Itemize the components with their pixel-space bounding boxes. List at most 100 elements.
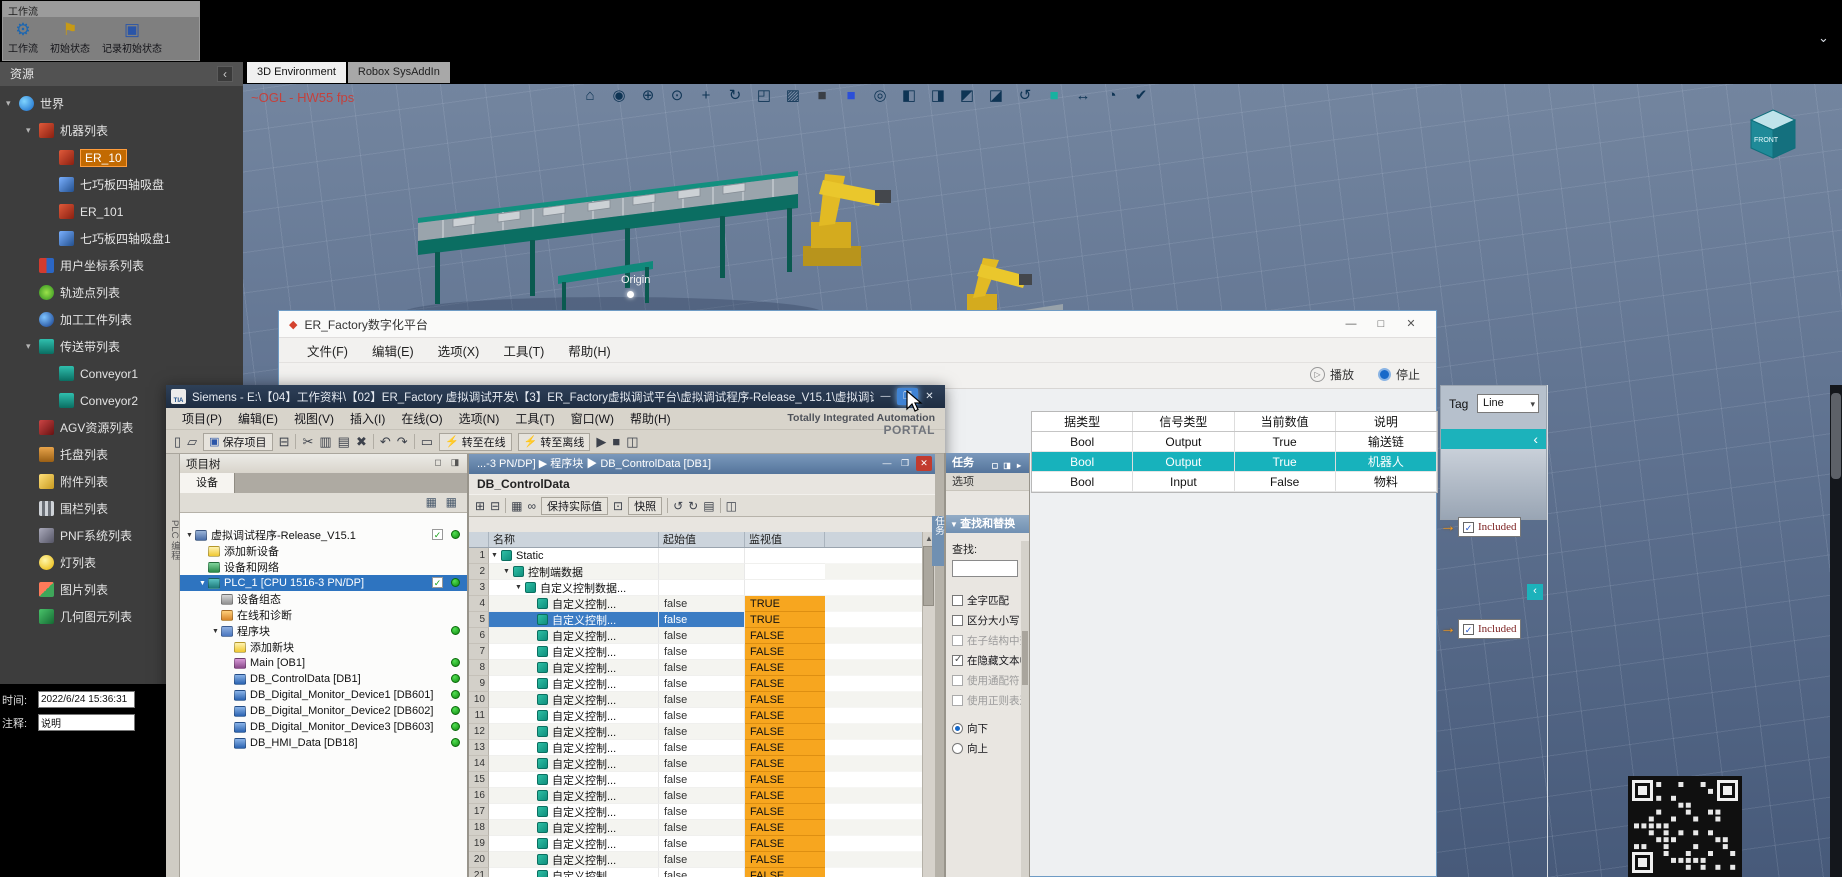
scrollbar-thumb[interactable]: [1831, 393, 1841, 479]
new-project-icon[interactable]: ▯: [174, 434, 181, 450]
keep-actual-values-button[interactable]: 保持实际值: [541, 497, 608, 515]
center-icon[interactable]: ◎: [871, 86, 889, 104]
keep-values-icon[interactable]: ▦: [511, 499, 522, 513]
project-tree-item[interactable]: 设备组态: [180, 591, 467, 607]
expand-rows-icon[interactable]: ⊞: [475, 499, 485, 513]
project-tree-item[interactable]: 添加新设备: [180, 543, 467, 559]
direction-option[interactable]: 向下: [946, 718, 1029, 738]
find-replace-section-header[interactable]: 查找和替换: [946, 515, 1029, 533]
time-input[interactable]: [38, 691, 135, 708]
project-tree-item[interactable]: 设备和网络: [180, 559, 467, 575]
stop-icon[interactable]: [1378, 368, 1391, 381]
rotate-ccw-icon[interactable]: ↺: [1016, 86, 1034, 104]
workflow-button-3[interactable]: ▣记录初始状态: [102, 20, 162, 55]
tree-item[interactable]: 七巧板四轴吸盘1: [0, 225, 243, 252]
float-panel-icon[interactable]: [431, 457, 445, 470]
overview-icon[interactable]: [446, 495, 457, 509]
db-table-row[interactable]: 18自定义控制...falseFALSE: [469, 820, 935, 836]
home-icon[interactable]: ⌂: [581, 87, 599, 104]
split-editor-icon[interactable]: ◫: [726, 499, 737, 513]
line-dropdown[interactable]: Line: [1477, 394, 1539, 413]
db-table-row[interactable]: 3▼自定义控制数据...: [469, 580, 935, 596]
collapse-chevron-icon[interactable]: ⌄: [1818, 30, 1829, 46]
project-tree-item[interactable]: DB_Digital_Monitor_Device2 [DB602]: [180, 703, 467, 719]
copy-icon[interactable]: ▥: [319, 434, 331, 450]
panel-scrollbar[interactable]: [1021, 541, 1029, 877]
scrollbar-thumb[interactable]: [1022, 631, 1028, 685]
db-table-row[interactable]: 17自定义控制...falseFALSE: [469, 804, 935, 820]
measure-icon[interactable]: ■: [1045, 87, 1063, 104]
workflow-button-1[interactable]: ⚙工作流: [8, 20, 38, 55]
distance-icon[interactable]: ↔: [1074, 87, 1092, 104]
tree-item[interactable]: ▾传送带列表: [0, 333, 243, 360]
db-table-row[interactable]: 11自定义控制...falseFALSE: [469, 708, 935, 724]
tree-item[interactable]: ER_10: [0, 144, 243, 171]
db-table-row[interactable]: 9自定义控制...falseFALSE: [469, 676, 935, 692]
collapse-handle[interactable]: ‹: [1527, 584, 1543, 600]
tia-menu-4[interactable]: 插入(I): [342, 409, 393, 428]
minimize-button[interactable]: [1336, 314, 1366, 334]
project-tree-item[interactable]: ▼虚拟调试程序-Release_V15.1✓: [180, 527, 467, 543]
close-editor-icon[interactable]: [916, 456, 932, 471]
find-option[interactable]: 在子结构中查找: [946, 630, 1029, 650]
tree-item[interactable]: 加工工件列表: [0, 306, 243, 333]
go-online-button[interactable]: ⚡转至在线: [439, 433, 512, 451]
undo-icon[interactable]: ↶: [380, 434, 391, 450]
view-left-icon[interactable]: ◧: [900, 86, 918, 104]
start-cpu-icon[interactable]: ▶: [596, 434, 606, 450]
tia-menu-3[interactable]: 视图(V): [286, 409, 342, 428]
workflow-button-2[interactable]: ⚑初始状态: [50, 20, 90, 55]
db-table-row[interactable]: 16自定义控制...falseFALSE: [469, 788, 935, 804]
snapshot-button[interactable]: 快照: [628, 497, 662, 515]
view-cube[interactable]: FRONT: [1741, 104, 1805, 168]
project-tree-item[interactable]: DB_HMI_Data [DB18]: [180, 735, 467, 751]
cut-icon[interactable]: ✂: [302, 434, 313, 450]
detail-view-icon[interactable]: [426, 495, 437, 509]
signal-row[interactable]: BoolOutputTrue机器人: [1032, 452, 1437, 472]
er-menu-2[interactable]: 编辑(E): [360, 339, 426, 362]
er-menu-1[interactable]: 文件(F): [295, 339, 360, 362]
project-tree-item[interactable]: 在线和诊断: [180, 607, 467, 623]
tia-menu-9[interactable]: 帮助(H): [622, 409, 679, 428]
snapshot-icon[interactable]: ⊡: [613, 499, 623, 513]
tia-menu-5[interactable]: 在线(O): [393, 409, 450, 428]
connect-icon[interactable]: ▭: [421, 434, 433, 450]
project-tree-item[interactable]: DB_Digital_Monitor_Device1 [DB601]: [180, 687, 467, 703]
play-icon[interactable]: [1310, 367, 1325, 382]
redo-icon[interactable]: ↷: [397, 434, 408, 450]
collapse-rows-icon[interactable]: ⊟: [490, 499, 500, 513]
project-tree-item[interactable]: DB_Digital_Monitor_Device3 [DB603]: [180, 719, 467, 735]
orbit-icon[interactable]: ◉: [610, 86, 628, 104]
db-table-row[interactable]: 14自定义控制...falseFALSE: [469, 756, 935, 772]
included-badge[interactable]: →✓Included: [1440, 618, 1521, 640]
db-table-row[interactable]: 4自定义控制...falseTRUE: [469, 596, 935, 612]
tia-menu-2[interactable]: 编辑(E): [230, 409, 286, 428]
tree-item[interactable]: ▾机器列表: [0, 117, 243, 144]
stop-cpu-icon[interactable]: ■: [612, 434, 620, 449]
db-table-row[interactable]: 19自定义控制...falseFALSE: [469, 836, 935, 852]
db-table-row[interactable]: 21自定义控制...falseFALSE: [469, 868, 935, 877]
stats-icon[interactable]: ✔: [1132, 86, 1150, 104]
zoom-icon[interactable]: ⊙: [668, 86, 686, 104]
tia-menu-8[interactable]: 窗口(W): [563, 409, 622, 428]
table-scrollbar[interactable]: [922, 532, 935, 877]
project-tree-item[interactable]: ▼程序块: [180, 623, 467, 639]
monitor-all-icon[interactable]: ∞: [527, 499, 536, 513]
included-badge[interactable]: →✓Included: [1440, 516, 1521, 538]
clock-icon[interactable]: ◔: [1103, 87, 1121, 104]
er-menu-3[interactable]: 选项(X): [426, 339, 492, 362]
db-table-row[interactable]: 15自定义控制...falseFALSE: [469, 772, 935, 788]
tia-menu-7[interactable]: 工具(T): [507, 409, 562, 428]
db-table-row[interactable]: 2▼控制端数据: [469, 564, 935, 580]
vertical-scrollbar[interactable]: [1830, 385, 1842, 877]
delete-icon[interactable]: ✖: [356, 434, 367, 450]
direction-option[interactable]: 向上: [946, 738, 1029, 758]
minimize-button[interactable]: —: [875, 388, 896, 405]
db-table-row[interactable]: 6自定义控制...falseFALSE: [469, 628, 935, 644]
paste-icon[interactable]: ▤: [338, 434, 350, 450]
project-tree-item[interactable]: 添加新块: [180, 639, 467, 655]
restore-editor-icon[interactable]: [897, 456, 913, 471]
find-option[interactable]: 使用正则表达式: [946, 690, 1029, 710]
close-button[interactable]: [1396, 314, 1426, 334]
cross-reference-icon[interactable]: ◫: [626, 434, 638, 450]
